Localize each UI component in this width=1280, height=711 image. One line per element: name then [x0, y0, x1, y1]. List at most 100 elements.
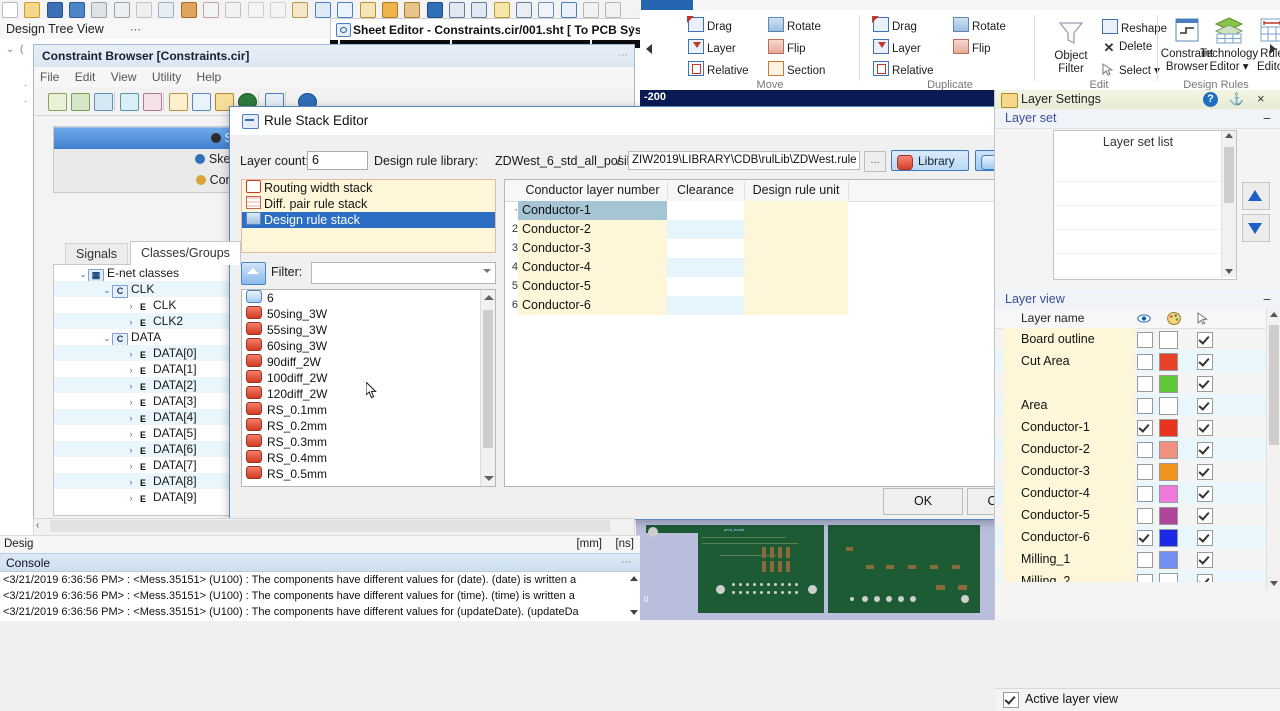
color-palette-icon[interactable] [1167, 312, 1181, 325]
pin-icon[interactable]: ⚓ [1229, 92, 1244, 106]
layer-select-checkbox[interactable] [1197, 552, 1213, 568]
print-preview-icon[interactable] [114, 2, 130, 18]
duplicate-drag-button[interactable]: Drag [873, 17, 917, 33]
duplicate-layer-button[interactable]: Layer [873, 39, 921, 55]
chevron-down-icon[interactable]: ⌄ [102, 330, 112, 346]
layer-select-checkbox[interactable] [1197, 464, 1213, 480]
layer-settings-panel[interactable]: Layer Settings ? ⚓ × Layer set − Layer s… [994, 90, 1280, 620]
stack-diff-pair[interactable]: Diff. pair rule stack [242, 196, 495, 212]
spreadsheet-icon[interactable] [382, 2, 398, 18]
object-filter-button[interactable]: Object Filter [1044, 19, 1098, 76]
add-group-icon[interactable] [71, 93, 90, 111]
scroll-left-icon[interactable]: ‹ [36, 520, 39, 531]
layer-view-panel-header[interactable]: Layer view − [995, 290, 1280, 310]
cell-design-rule-unit[interactable] [744, 220, 848, 239]
chevron-right-icon[interactable]: › [126, 458, 136, 474]
layer-color-swatch[interactable] [1159, 375, 1178, 393]
scrollbar-thumb[interactable] [483, 310, 493, 448]
grid-row[interactable]: 2Conductor-2 [505, 220, 1042, 239]
library-path-input[interactable]: ZIW2019\LIBRARY\CDB\rulLib\ZDWest.rule [628, 151, 860, 170]
layer-row[interactable]: Conductor-4 [995, 482, 1280, 504]
cell-clearance[interactable] [667, 277, 744, 296]
add-signal-icon[interactable] [94, 93, 113, 111]
rule-table-icon[interactable] [192, 93, 211, 111]
rule-list-item[interactable]: 55sing_3W [242, 322, 495, 338]
scroll-up-icon[interactable] [1225, 133, 1233, 138]
layer-set-row[interactable] [1054, 205, 1222, 230]
duplicate-flip-button[interactable]: Flip [953, 39, 991, 55]
paste-icon[interactable] [181, 2, 197, 18]
layer-visible-checkbox[interactable] [1137, 332, 1153, 348]
cell-layer-name[interactable]: Conductor-3 [518, 239, 667, 258]
rule-stack-editor-titlebar[interactable]: Rule Stack Editor × [230, 107, 1052, 135]
rule-stack-editor-dialog[interactable]: Rule Stack Editor × Layer count: 6 Desig… [229, 106, 1053, 520]
pan-icon[interactable] [561, 2, 577, 18]
chevron-right-icon[interactable]: › [126, 362, 136, 378]
layer-set-row[interactable] [1054, 253, 1222, 278]
layer-select-checkbox[interactable] [1197, 530, 1213, 546]
scroll-up-icon[interactable] [484, 295, 494, 300]
info-icon[interactable] [427, 2, 443, 18]
layer-select-checkbox[interactable] [1197, 486, 1213, 502]
move-flip-button[interactable]: Flip [768, 39, 806, 55]
scrollbar-thumb[interactable] [1224, 147, 1234, 203]
move-section-button[interactable]: Section [768, 61, 825, 77]
layer-row[interactable]: Conductor-2 [995, 438, 1280, 460]
copy-view-icon[interactable] [583, 2, 599, 18]
layer-color-swatch[interactable] [1159, 397, 1178, 415]
grid-row[interactable]: 4Conductor-4 [505, 258, 1042, 277]
layer-row[interactable]: Area [995, 394, 1280, 416]
move-relative-button[interactable]: Relative [688, 61, 749, 77]
constraint-browser-titlebar[interactable]: Constraint Browser [Constraints.cir] ⋯ [34, 45, 634, 67]
rule-list-item[interactable]: RS_0.1mm [242, 402, 495, 418]
active-layer-view-row[interactable]: Active layer view [995, 688, 1280, 711]
home-icon[interactable] [241, 262, 266, 285]
move-layer-button[interactable]: Layer [688, 39, 736, 55]
stack-design-rule[interactable]: Design rule stack [242, 212, 495, 228]
column-conductor-layer-number[interactable]: Conductor layer number [518, 180, 667, 201]
cut-icon[interactable] [136, 2, 152, 18]
layer-color-swatch[interactable] [1159, 441, 1178, 459]
constraint-browser-menubar[interactable]: File Edit View Utility Help [34, 67, 634, 87]
design-tree-panel[interactable]: ⌄ ( · · [0, 40, 36, 535]
collapse-icon[interactable]: − [1263, 291, 1271, 307]
technology-editor-button[interactable]: Technology Editor ▾ [1200, 17, 1258, 74]
save-all-icon[interactable] [69, 2, 85, 18]
scrollbar-thumb[interactable] [50, 520, 610, 532]
layer-visible-checkbox[interactable] [1137, 398, 1153, 414]
grid-snap-icon[interactable] [605, 2, 621, 18]
layer-visible-checkbox[interactable] [1137, 442, 1153, 458]
layer-select-checkbox[interactable] [1197, 574, 1213, 582]
table-icon[interactable] [337, 2, 353, 18]
compare-icon[interactable] [449, 2, 465, 18]
layer-visible-checkbox[interactable] [1137, 530, 1153, 546]
delete-button[interactable]: ✕Delete [1102, 41, 1152, 54]
rule-editor-button[interactable]: Rule Editor [1252, 17, 1280, 74]
rule-list-item[interactable]: 90diff_2W [242, 354, 495, 370]
chevron-down-icon[interactable]: ⌄ [102, 282, 112, 298]
layer-select-checkbox[interactable] [1197, 420, 1213, 436]
close-icon[interactable]: × [1257, 91, 1265, 106]
menu-edit[interactable]: Edit [69, 67, 102, 84]
layout-icon[interactable] [360, 2, 376, 18]
open-file-icon[interactable] [24, 2, 40, 18]
layer-select-checkbox[interactable] [1197, 354, 1213, 370]
move-drag-button[interactable]: Drag [688, 17, 732, 33]
layer-row[interactable]: Conductor-3 [995, 460, 1280, 482]
active-layer-view-checkbox[interactable] [1003, 692, 1019, 708]
layer-set-panel-header[interactable]: Layer set − [995, 109, 1280, 129]
edit-rule-icon[interactable] [120, 93, 139, 111]
scroll-up-icon[interactable] [630, 576, 638, 581]
column-design-rule-unit[interactable]: Design rule unit [744, 180, 848, 201]
rule-chart-icon[interactable] [169, 93, 188, 111]
layer-row[interactable]: Conductor-1 [995, 416, 1280, 438]
chevron-right-icon[interactable]: › [126, 426, 136, 442]
help-icon[interactable]: ? [1203, 92, 1218, 107]
layer-color-swatch[interactable] [1159, 507, 1178, 525]
chevron-right-icon[interactable]: › [126, 346, 136, 362]
copy-icon[interactable] [158, 2, 174, 18]
layer-row[interactable]: Milling_1 [995, 548, 1280, 570]
chevron-right-icon[interactable]: › [126, 378, 136, 394]
cell-design-rule-unit[interactable] [744, 296, 848, 315]
delete-icon[interactable] [203, 2, 219, 18]
